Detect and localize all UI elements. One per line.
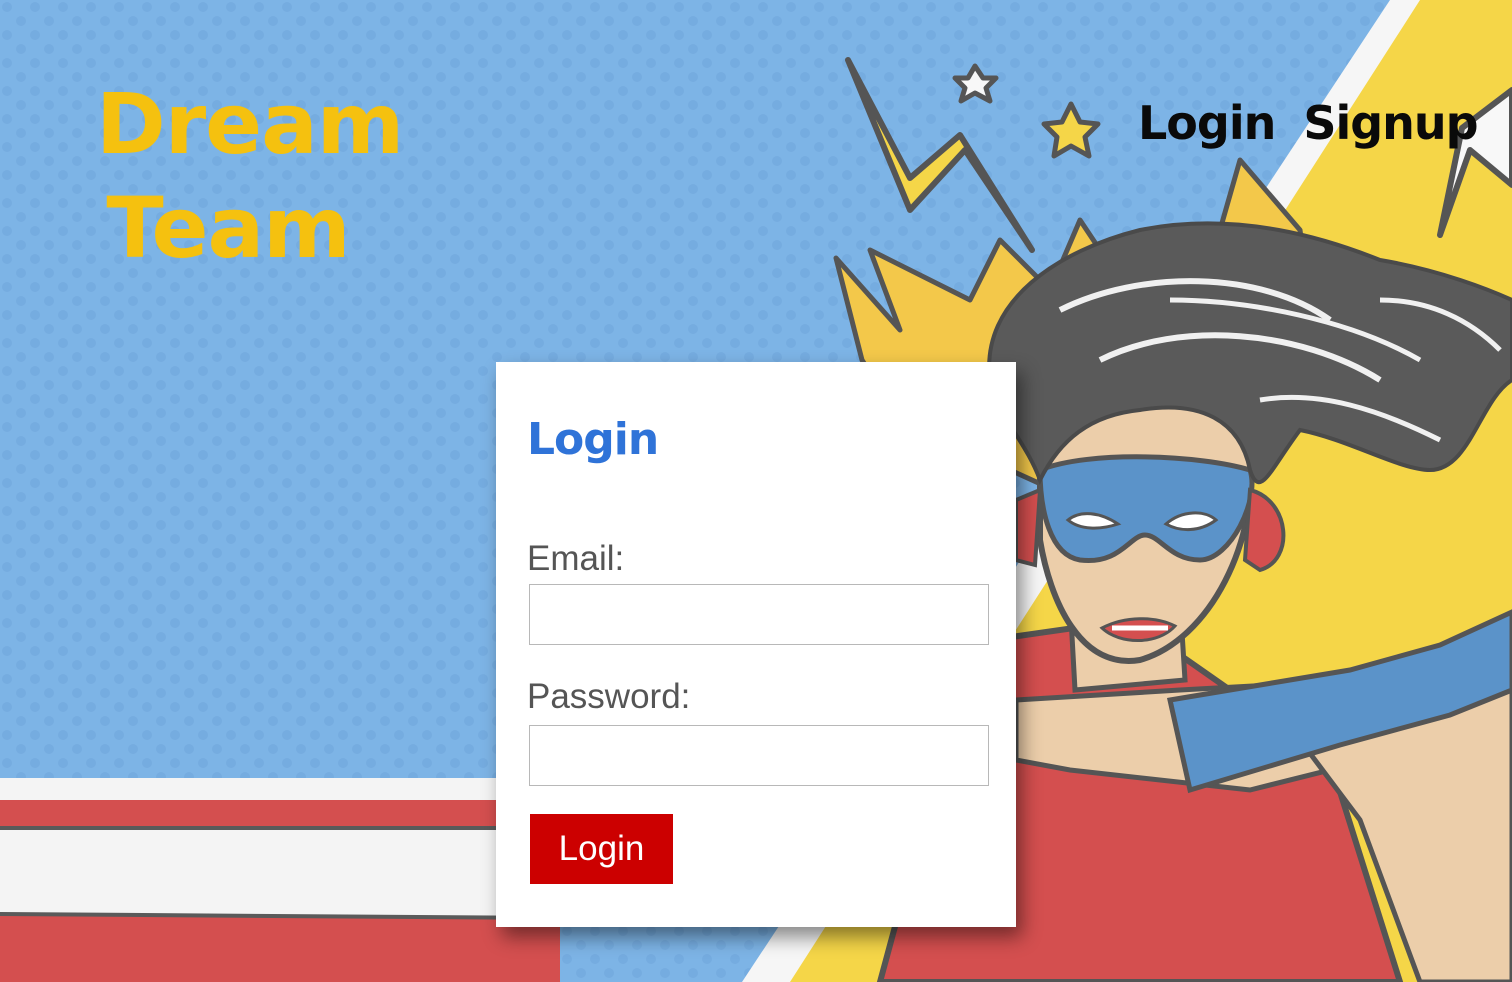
password-label: Password: xyxy=(527,677,691,716)
nav-signup-link[interactable]: Signup xyxy=(1303,92,1478,154)
nav-login-link[interactable]: Login xyxy=(1138,92,1276,154)
top-nav: Login Signup xyxy=(1138,92,1479,154)
email-label: Email: xyxy=(527,539,625,578)
login-card: Login Email: Password: Login xyxy=(496,362,1016,927)
login-submit-button[interactable]: Login xyxy=(530,814,673,884)
page-root: Dream Team Login Signup Login Email: Pas… xyxy=(0,0,1512,982)
brand-logo: Dream Team xyxy=(96,72,404,280)
brand-line-1: Dream xyxy=(96,75,404,173)
brand-line-2: Team xyxy=(106,179,350,277)
email-field[interactable] xyxy=(529,584,989,645)
password-field[interactable] xyxy=(529,725,989,786)
bottom-stripes xyxy=(0,778,561,982)
login-card-title: Login xyxy=(527,414,659,465)
